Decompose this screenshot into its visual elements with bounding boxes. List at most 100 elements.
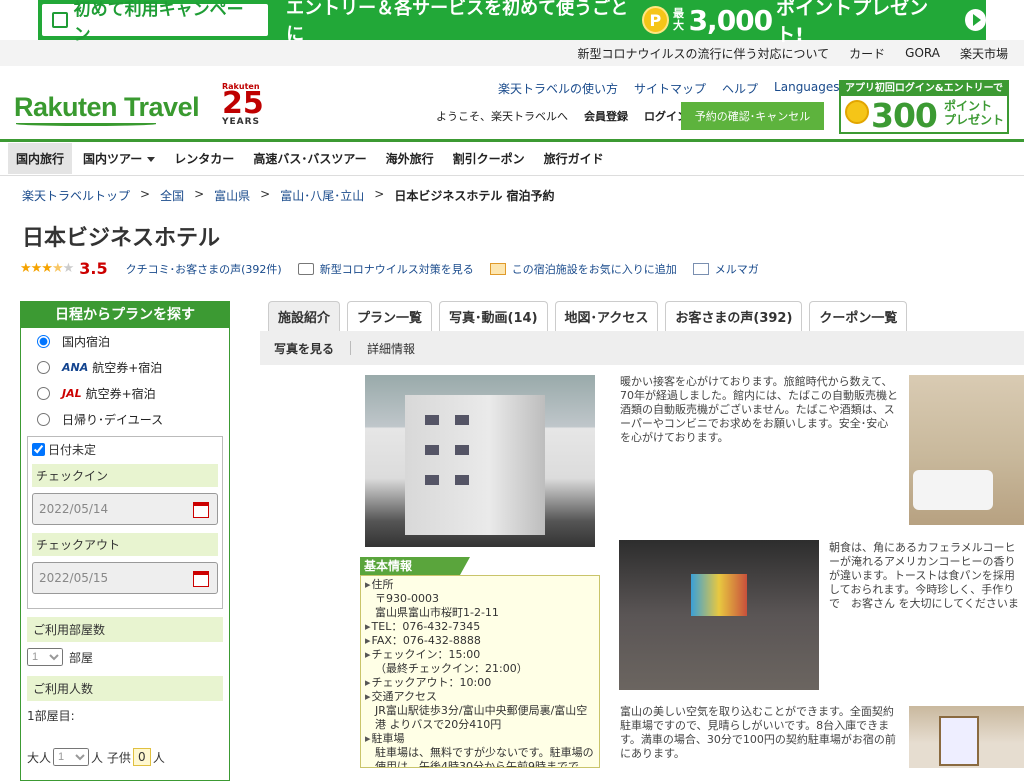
reservation-check-button[interactable]: 予約の確認･キャンセル [681, 102, 824, 130]
basic-info-box: 基本情報 住所 〒930-0003 富山県富山市桜町1-2-11 TEL：076… [360, 557, 600, 768]
subtab-photos[interactable]: 写真を見る [274, 340, 334, 357]
checkout-time: チェックアウト：10:00 [365, 676, 595, 690]
radio-jal[interactable] [37, 386, 50, 400]
util-link-covid[interactable]: 新型コロナウイルスの流行に伴う対応について [578, 45, 830, 62]
rooms-select[interactable]: 1 [27, 648, 63, 666]
tab-reviews[interactable]: お客さまの声(392) [665, 301, 803, 331]
global-nav: 国内旅行 国内ツアー レンタカー 高速バス･バスツアー 海外旅行 割引クーポン … [0, 142, 1024, 176]
covid-measures-link[interactable]: 新型コロナウイルス対策を見る [320, 261, 474, 277]
date-undecided-input[interactable] [32, 443, 45, 456]
option-ana-flight-hotel[interactable]: ANA 航空券+宿泊 [21, 354, 229, 380]
rating-stars: ★★★★★ [20, 261, 74, 276]
description-text-2: 朝食は、角にあるカフェラメルコーヒーが淹れるアメリカンコーヒーの香りが違います。… [829, 541, 1019, 610]
help-link[interactable]: ヘルプ [722, 80, 758, 97]
ana-logo: ANA [62, 360, 89, 374]
checkin-time: チェックイン：15:00 [365, 648, 595, 662]
description-text-1: 暖かい接客を心がけております。旅館時代から数えて、70年が経過しました。館内には… [620, 375, 898, 444]
address: 富山県富山市桜町1-2-11 [375, 606, 499, 619]
sub-tabs: 写真を見る 詳細情報 [260, 331, 1024, 365]
util-link-gora[interactable]: GORA [905, 46, 940, 60]
access-info: JR富山駅徒歩3分/富山中央郵便局裏/富山空港 よりバスで20分410円 [375, 704, 588, 731]
option-jal-flight-hotel[interactable]: JAL 航空券+宿泊 [21, 380, 229, 406]
option-day-use[interactable]: 日帰り･デイユース [21, 406, 229, 432]
nav-coupon[interactable]: 割引クーポン [445, 143, 533, 174]
date-box: 日付未定 チェックイン 2022/05/14 チェックアウト 2022/05/1… [27, 436, 223, 609]
campaign-text: エントリー＆各サービスを初めて使うごとに [286, 0, 629, 45]
add-favorite-link[interactable]: この宿泊施設をお気に入りに追加 [512, 261, 677, 277]
description-text-3: 富山の美しい空気を取り込むことができます。全面契約駐車場ですので、見晴らしがいい… [620, 705, 896, 760]
rating-score: 3.5 [79, 259, 108, 278]
sitemap-link[interactable]: サイトマップ [634, 80, 706, 97]
nav-domestic-travel[interactable]: 国内旅行 [8, 143, 73, 174]
breadcrumb-top[interactable]: 楽天トラベルトップ [22, 187, 130, 204]
max-label: 最大 [672, 7, 684, 32]
campaign-banner[interactable]: 初めて利用キャンペーン エントリー＆各サービスを初めて使うごとに P 最大 3,… [38, 0, 986, 46]
reviews-link[interactable]: クチコミ･お客さまの声(392件) [126, 261, 282, 277]
campaign-amount: 3,000 [688, 3, 774, 37]
campaign-points-text: ポイントプレゼント! [776, 0, 929, 46]
tab-photos-videos[interactable]: 写真･動画(14) [439, 301, 548, 331]
nav-overseas-travel[interactable]: 海外旅行 [378, 143, 442, 174]
breadcrumb: 楽天トラベルトップ > 全国 > 富山県 > 富山･八尾･立山 > 日本ビジネスホテル … [22, 187, 555, 204]
mail-icon [692, 262, 709, 275]
breadcrumb-national[interactable]: 全国 [160, 187, 184, 204]
nav-domestic-tour[interactable]: 国内ツアー [75, 143, 163, 174]
basic-info-header: 基本情報 [360, 557, 470, 575]
adult-select[interactable]: 1 [53, 748, 90, 766]
rakuten-travel-logo[interactable]: Rakuten Travel [14, 92, 200, 126]
util-link-ichiba[interactable]: 楽天市場 [960, 45, 1008, 62]
breadcrumb-prefecture[interactable]: 富山県 [214, 187, 250, 204]
guest-room-photo[interactable] [909, 375, 1024, 525]
fax: FAX：076-432-8888 [365, 634, 595, 648]
room-window-photo[interactable] [909, 706, 1024, 768]
facility-tabs: 施設紹介 プラン一覧 写真･動画(14) 地図･アクセス お客さまの声(392)… [268, 301, 914, 331]
people-label: ご利用人数 [27, 676, 223, 701]
last-checkin-time: （最終チェックイン：21:00） [375, 662, 528, 675]
first-use-campaign-label: 初めて利用キャンペーン [42, 0, 269, 45]
radio-domestic-stay[interactable] [37, 334, 50, 348]
jal-logo: JAL [62, 386, 82, 400]
welcome-area: ようこそ、楽天トラベルへ 会員登録 ログイン [436, 108, 688, 124]
tab-facility-intro[interactable]: 施設紹介 [268, 301, 341, 331]
subtab-details[interactable]: 詳細情報 [367, 340, 415, 357]
book-icon [52, 12, 68, 28]
lobby-photo[interactable] [619, 540, 819, 690]
room1-label: 1部屋目: [27, 709, 75, 723]
site-header: Rakuten Travel Rakuten 25 YEARS 楽天トラベルの使… [0, 66, 1024, 142]
child-count[interactable]: 0 [132, 748, 151, 766]
radio-ana[interactable] [37, 360, 50, 374]
calendar-icon[interactable] [193, 571, 209, 587]
app-points-banner[interactable]: アプリ初回ログイン&エントリーで 300 ポイント プレゼント [839, 80, 1009, 135]
coin-stack-icon [845, 100, 869, 124]
newsletter-link[interactable]: メルマガ [715, 261, 759, 277]
breadcrumb-current: 日本ビジネスホテル 宿泊予約 [394, 189, 555, 203]
register-link[interactable]: 会員登録 [584, 108, 628, 124]
parking-info: 駐車場は、無料ですが少ないです。駐車場の使用は、午後4時30分から午前9時までで [375, 746, 594, 768]
option-domestic-stay[interactable]: 国内宿泊 [21, 328, 229, 354]
hotel-exterior-photo[interactable] [365, 375, 595, 547]
search-panel-title: 日程からプランを探す [21, 302, 229, 328]
checkin-date-input[interactable]: 2022/05/14 [32, 493, 218, 525]
util-link-card[interactable]: カード [849, 45, 885, 62]
tab-coupons[interactable]: クーポン一覧 [809, 301, 908, 331]
tel: TEL：076-432-7345 [365, 620, 595, 634]
nav-travel-guide[interactable]: 旅行ガイド [536, 143, 612, 174]
play-arrow-icon[interactable] [964, 9, 986, 31]
calendar-icon[interactable] [193, 502, 209, 518]
checkout-date-input[interactable]: 2022/05/15 [32, 562, 218, 594]
rooms-label: ご利用部屋数 [27, 617, 223, 642]
tab-map-access[interactable]: 地図･アクセス [554, 301, 659, 331]
tab-plan-list[interactable]: プラン一覧 [347, 301, 433, 331]
radio-day-use[interactable] [37, 412, 50, 426]
welcome-text: ようこそ、楽天トラベルへ [436, 110, 568, 123]
nav-rental-car[interactable]: レンタカー [166, 143, 242, 174]
date-undecided-checkbox[interactable]: 日付未定 [32, 441, 218, 458]
header-links: 楽天トラベルの使い方 サイトマップ ヘルプ Languages [498, 80, 869, 97]
favorite-icon [489, 262, 506, 275]
campaign-banner-area: 初めて利用キャンペーン エントリー＆各サービスを初めて使うごとに P 最大 3,… [0, 0, 1024, 46]
hotel-name: 日本ビジネスホテル [22, 226, 221, 251]
breadcrumb-area[interactable]: 富山･八尾･立山 [280, 187, 364, 204]
nav-highway-bus[interactable]: 高速バス･バスツアー [245, 143, 374, 174]
checkout-label: チェックアウト [32, 533, 218, 556]
how-to-use-link[interactable]: 楽天トラベルの使い方 [498, 80, 618, 97]
